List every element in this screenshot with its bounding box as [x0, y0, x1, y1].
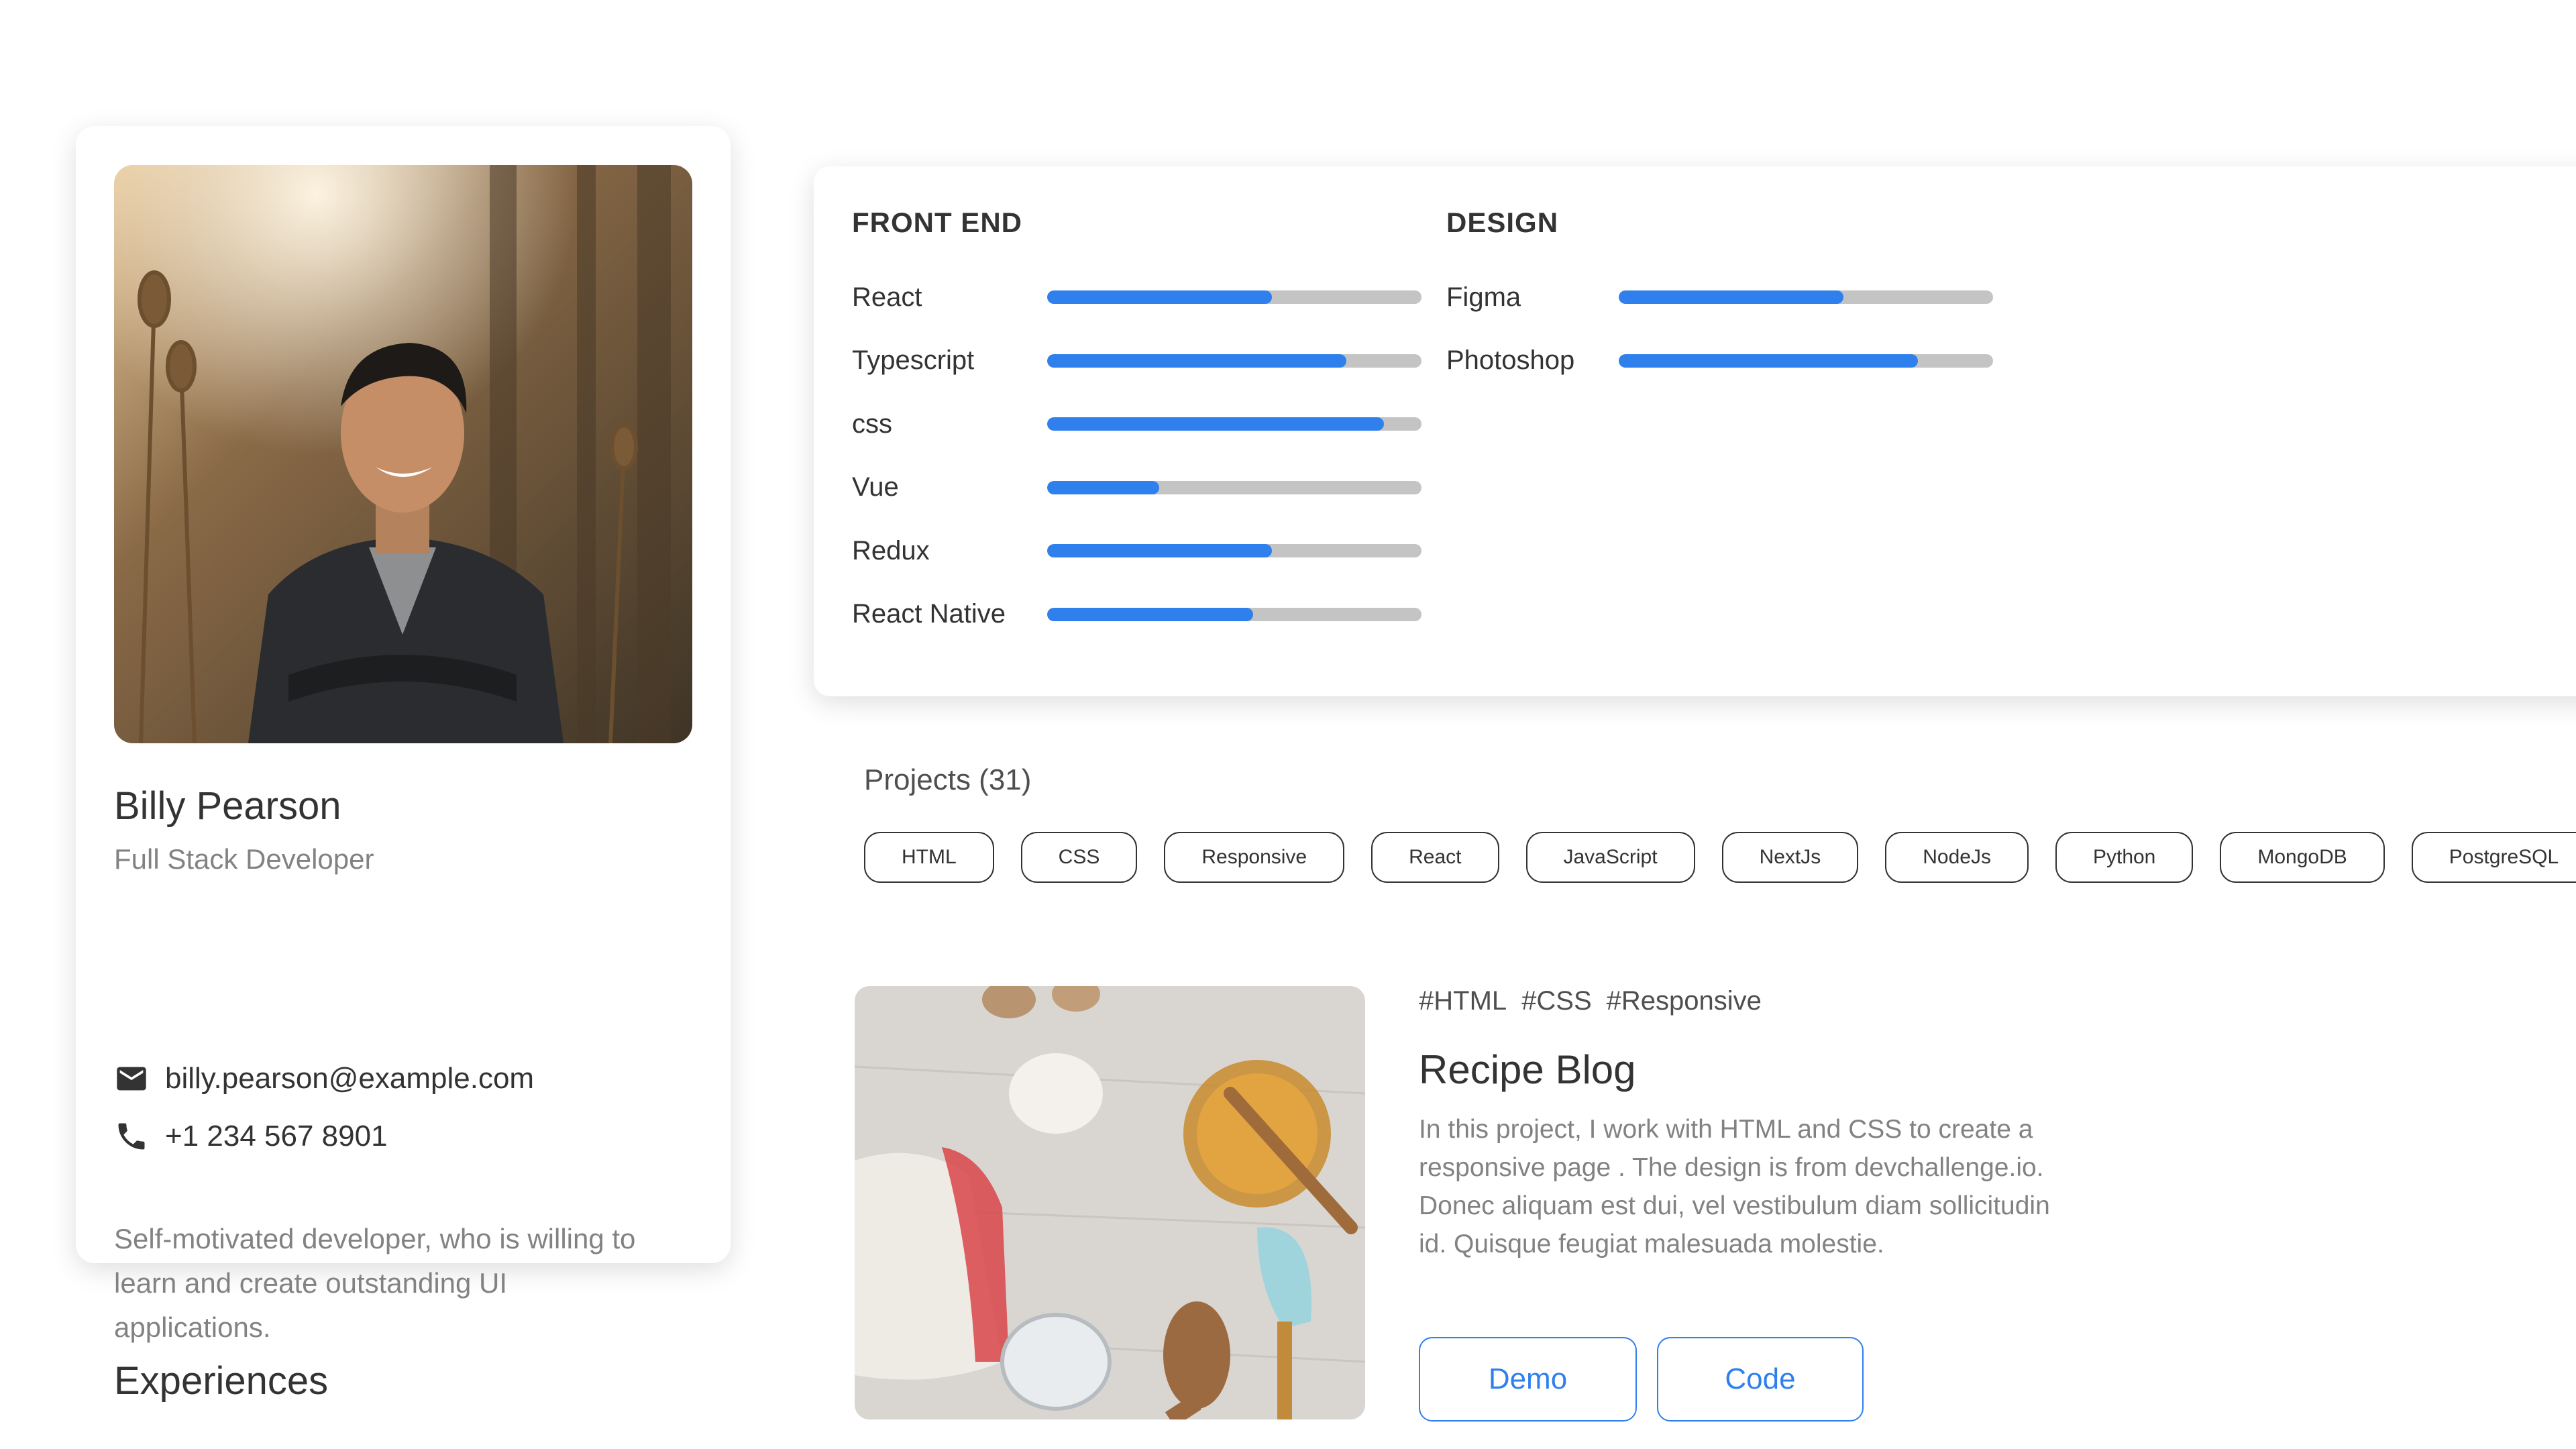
skill-list: Figma Photoshop: [1446, 266, 1993, 392]
filter-tag[interactable]: MongoDB: [2220, 832, 2385, 883]
skill-row: React: [852, 266, 1421, 329]
experiences-title: Experiences: [114, 1359, 329, 1403]
filter-tag[interactable]: NextJs: [1721, 832, 1859, 883]
profile-name: Billy Pearson: [114, 784, 341, 828]
project-title: Recipe Blog: [1419, 1047, 1636, 1092]
code-button[interactable]: Code: [1657, 1337, 1864, 1421]
skill-group-title: DESIGN: [1446, 207, 1559, 238]
profile-card: Billy Pearson Full Stack Developer billy…: [76, 126, 731, 1343]
skill-group-frontend: FRONT END React Typescript css Vue Redux Reac…: [852, 207, 1421, 646]
project-hashtag: #CSS: [1521, 986, 1592, 1016]
skill-bar-fill: [1047, 607, 1253, 621]
filter-tag[interactable]: Responsive: [1164, 832, 1345, 883]
avatar: [114, 165, 692, 743]
skill-bar-track: [1047, 480, 1421, 494]
skill-bar-fill: [1619, 290, 1843, 305]
skill-label: React Native: [852, 599, 1006, 629]
projects-title: Projects (31): [864, 763, 1032, 796]
profile-bio: Self-motivated developer, who is willing…: [114, 1223, 636, 1343]
skill-row: React Native: [852, 583, 1421, 647]
phone-text[interactable]: +1 234 567 8901: [165, 1120, 388, 1153]
skill-label: Photoshop: [1446, 345, 1575, 376]
skill-bar-track: [1619, 354, 1993, 368]
project-filter-tags: HTML CSS Responsive React JavaScript NextJs No…: [864, 832, 2576, 883]
email-text[interactable]: billy.pearson@example.com: [165, 1062, 534, 1095]
skill-bar-fill: [1047, 544, 1272, 558]
skill-bar-fill: [1047, 480, 1160, 494]
skill-bar-track: [1047, 544, 1421, 558]
project-thumbnail: [855, 986, 1365, 1419]
phone-icon: [114, 1119, 149, 1154]
skill-group-title: FRONT END: [852, 207, 1022, 238]
skill-row: css: [852, 392, 1421, 456]
skill-bar-fill: [1047, 290, 1272, 305]
skill-row: Photoshop: [1446, 329, 1993, 393]
mail-icon: [114, 1061, 149, 1096]
project-hashtag: #HTML: [1419, 986, 1507, 1016]
filter-tag[interactable]: NodeJs: [1885, 832, 2029, 883]
skill-bar-track: [1047, 417, 1421, 431]
skill-bar-fill: [1619, 354, 1919, 368]
filter-tag[interactable]: React: [1371, 832, 1499, 883]
skill-bar-track: [1047, 290, 1421, 305]
skill-list: React Typescript css Vue Redux React Native: [852, 266, 1421, 646]
skill-bar-fill: [1047, 354, 1347, 368]
skill-row: Figma: [1446, 266, 1993, 329]
project-hashtags: #HTML #CSS #Responsive: [1419, 986, 1762, 1016]
filter-tag[interactable]: PostgreSQL: [2411, 832, 2576, 883]
filter-tag[interactable]: CSS: [1020, 832, 1138, 883]
skill-bar-track: [1619, 290, 1993, 305]
skill-label: Figma: [1446, 282, 1521, 312]
contact-email[interactable]: billy.pearson@example.com: [114, 1061, 534, 1096]
project-hashtag: #Responsive: [1606, 986, 1762, 1016]
filter-tag[interactable]: Python: [2055, 832, 2194, 883]
skill-label: React: [852, 282, 922, 312]
skill-label: Redux: [852, 535, 930, 566]
contact-phone[interactable]: +1 234 567 8901: [114, 1119, 388, 1154]
profile-role: Full Stack Developer: [114, 843, 374, 875]
demo-button[interactable]: Demo: [1419, 1337, 1637, 1421]
skill-label: css: [852, 409, 892, 439]
skill-bar-track: [1047, 607, 1421, 621]
filter-tag[interactable]: JavaScript: [1525, 832, 1695, 883]
filter-tag[interactable]: HTML: [864, 832, 994, 883]
project-description: In this project, I work with HTML and CS…: [1419, 1115, 2050, 1258]
skill-group-design: DESIGN Figma Photoshop: [1446, 207, 1993, 392]
skill-row: Typescript: [852, 329, 1421, 393]
skill-label: Vue: [852, 472, 899, 502]
skill-label: Typescript: [852, 345, 975, 376]
skills-card: FRONT END React Typescript css Vue Redux Reac…: [814, 166, 2576, 696]
skill-bar-fill: [1047, 417, 1385, 431]
skill-row: Vue: [852, 456, 1421, 520]
skill-row: Redux: [852, 519, 1421, 583]
skill-bar-track: [1047, 354, 1421, 368]
